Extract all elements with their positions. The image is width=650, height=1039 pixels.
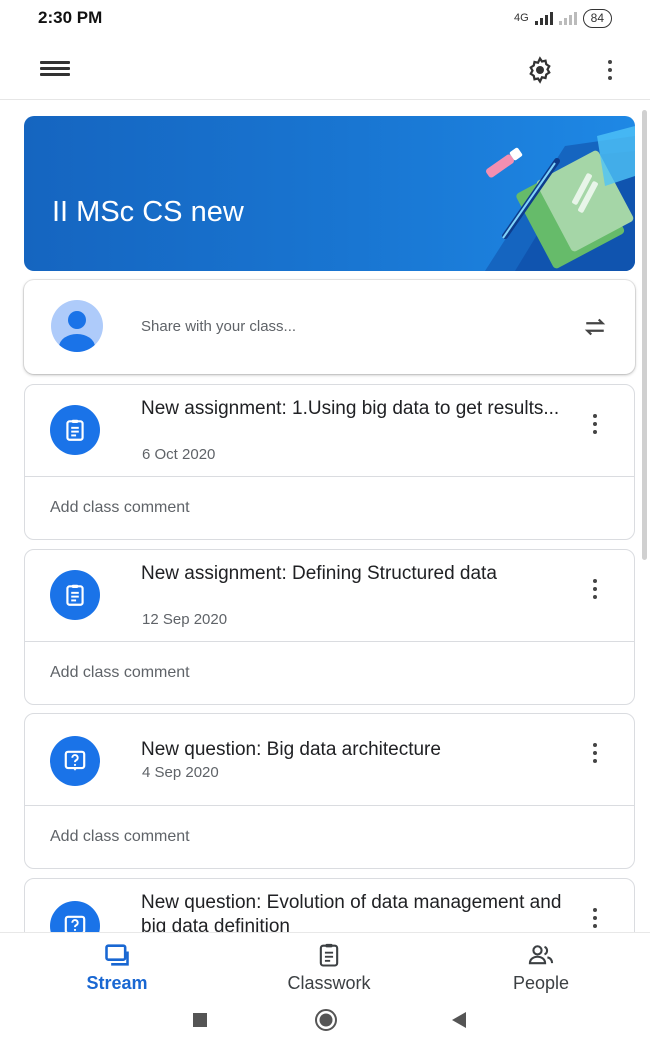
post-header[interactable]: New assignment: 1.Using big data to get …	[25, 385, 634, 477]
add-class-comment[interactable]: Add class comment	[25, 806, 634, 868]
share-with-class-card[interactable]: Share with your class...	[24, 280, 635, 374]
stream-post[interactable]: New question: Big data architecture 4 Se…	[24, 713, 635, 869]
more-vert-icon[interactable]	[585, 905, 605, 931]
add-class-comment[interactable]: Add class comment	[25, 477, 634, 539]
signal-2-icon	[558, 11, 577, 25]
more-vert-icon[interactable]	[585, 411, 605, 437]
status-bar: 2:30 PM 4G 84	[0, 0, 650, 36]
more-vert-icon[interactable]	[585, 740, 605, 766]
nav-people[interactable]: People	[461, 941, 621, 994]
stream-post[interactable]: New assignment: Defining Structured data…	[24, 549, 635, 705]
assignment-icon	[50, 405, 100, 455]
recent-apps-icon[interactable]	[192, 1012, 208, 1033]
more-vert-icon[interactable]	[585, 576, 605, 602]
class-banner[interactable]: II MSc CS new	[24, 116, 635, 271]
post-title: New assignment: 1.Using big data to get …	[141, 398, 560, 419]
class-title: II MSc CS new	[52, 196, 244, 228]
question-icon	[50, 736, 100, 786]
system-navigation	[0, 1000, 650, 1039]
status-time: 2:30 PM	[38, 8, 103, 27]
hamburger-menu-icon[interactable]	[40, 58, 70, 82]
more-vert-icon[interactable]	[598, 54, 622, 86]
back-icon[interactable]	[450, 1011, 468, 1034]
post-date: 12 Sep 2020	[142, 611, 228, 628]
nav-classwork-label: Classwork	[287, 973, 371, 993]
people-icon	[528, 945, 554, 965]
post-title: New assignment: Defining Structured data	[141, 563, 497, 584]
post-header[interactable]: New assignment: Defining Structured data…	[25, 550, 634, 642]
post-date: 4 Sep 2020	[142, 764, 219, 781]
avatar	[51, 300, 103, 352]
add-class-comment[interactable]: Add class comment	[25, 642, 634, 704]
nav-classwork[interactable]: Classwork	[249, 941, 409, 994]
status-icons: 4G 84	[513, 8, 612, 28]
scrollbar[interactable]	[642, 110, 647, 560]
nav-people-label: People	[512, 973, 570, 993]
assignment-icon	[50, 570, 100, 620]
nav-stream[interactable]: Stream	[37, 941, 197, 994]
signal-icon	[534, 11, 553, 25]
stream-post[interactable]: New assignment: 1.Using big data to get …	[24, 384, 635, 540]
battery-level: 84	[582, 8, 612, 28]
stream-icon	[105, 944, 129, 966]
classwork-icon	[319, 943, 339, 967]
gear-icon[interactable]	[522, 52, 558, 88]
home-icon[interactable]	[314, 1008, 338, 1037]
network-type: 4G	[513, 12, 529, 24]
app-bar	[0, 40, 650, 100]
post-title: New question: Big data architecture	[141, 739, 441, 760]
repost-icon[interactable]	[580, 312, 610, 342]
share-placeholder[interactable]: Share with your class...	[141, 318, 296, 335]
banner-illustration	[485, 126, 635, 271]
post-header[interactable]: New question: Big data architecture 4 Se…	[25, 714, 634, 806]
bottom-navigation: Stream Classwork People	[0, 932, 650, 1000]
post-date: 6 Oct 2020	[142, 446, 216, 463]
nav-stream-label: Stream	[86, 973, 148, 993]
